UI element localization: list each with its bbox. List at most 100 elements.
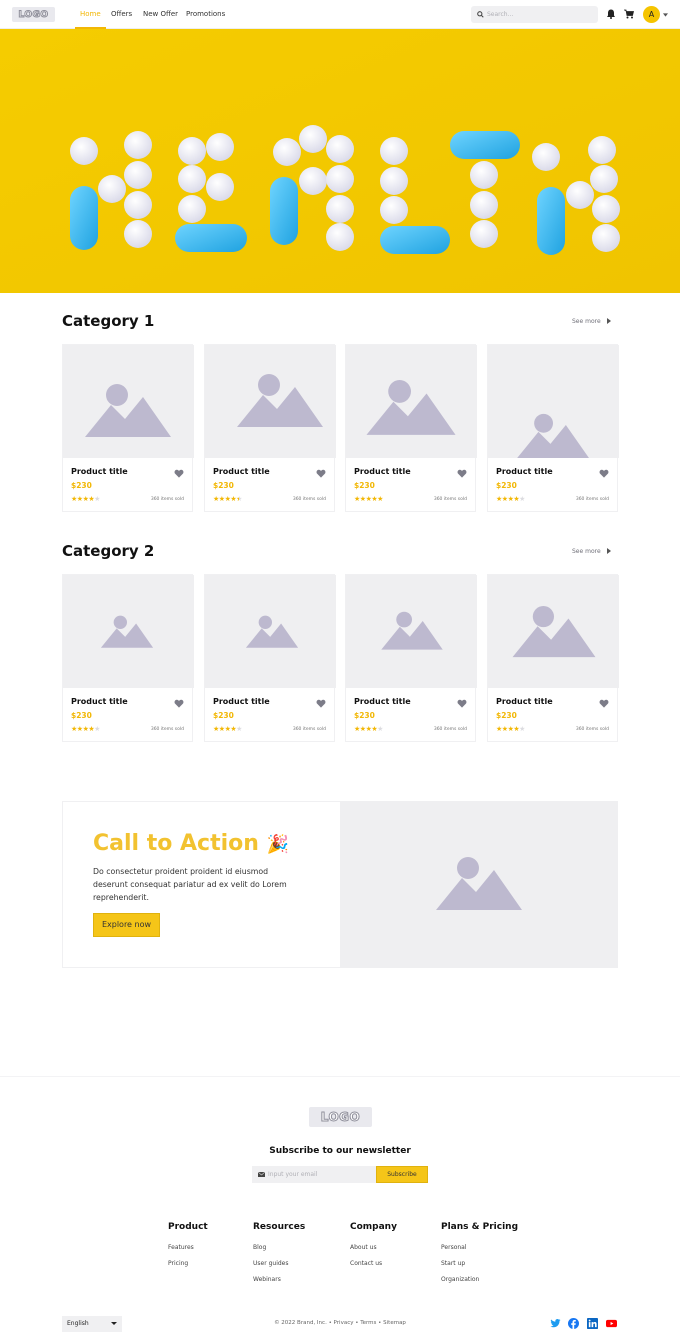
footer-link[interactable]: Contact us	[350, 1260, 382, 1267]
white-pill	[590, 165, 618, 193]
white-pill	[326, 195, 354, 223]
footer-link[interactable]: Start up	[441, 1260, 465, 1267]
nav-new-offer[interactable]: New Offer	[143, 0, 178, 29]
product-image-placeholder	[346, 575, 477, 688]
product-card[interactable]: Product title $230 ★★★★★ 360 items sold	[62, 344, 194, 512]
nav-offers[interactable]: Offers	[111, 0, 132, 29]
category-2-title: Category 2	[62, 542, 155, 560]
twitter-icon[interactable]	[550, 1318, 561, 1329]
avatar[interactable]: A	[643, 6, 660, 23]
product-card[interactable]: Product title $230 ★★★★★ 360 items sold	[487, 344, 619, 512]
image-placeholder-icon	[381, 611, 443, 650]
footer-link[interactable]: Personal	[441, 1244, 467, 1251]
facebook-icon[interactable]	[568, 1318, 579, 1329]
product-title[interactable]: Product title	[71, 697, 128, 706]
footer-link[interactable]: Blog	[253, 1244, 266, 1251]
heart-icon[interactable]	[316, 699, 326, 708]
nav-promotions[interactable]: Promotions	[186, 0, 225, 29]
items-sold: 360 items sold	[575, 727, 609, 732]
product-image-placeholder	[488, 345, 619, 458]
footer-col-title: Resources	[253, 1222, 306, 1232]
product-card[interactable]: Product title $230 ★★★★★ 360 items sold	[204, 344, 336, 512]
image-placeholder-icon	[237, 374, 323, 427]
product-title[interactable]: Product title	[354, 697, 411, 706]
newsletter-title: Subscribe to our newsletter	[269, 1146, 411, 1156]
product-price: $230	[354, 481, 375, 490]
product-card[interactable]: Product title $230 ★★★★★ 360 items sold	[62, 574, 194, 742]
product-title[interactable]: Product title	[496, 467, 553, 476]
white-pill	[470, 191, 498, 219]
product-title[interactable]: Product title	[213, 697, 270, 706]
chevron-down-icon[interactable]	[663, 13, 668, 17]
image-placeholder-icon	[436, 857, 522, 910]
heart-icon[interactable]	[174, 699, 184, 708]
product-price: $230	[213, 481, 234, 490]
product-card[interactable]: Product title $230 ★★★★★ 360 items sold	[345, 344, 477, 512]
logo[interactable]: LOGO	[12, 7, 55, 22]
mail-icon	[258, 1172, 265, 1177]
heart-icon[interactable]	[457, 699, 467, 708]
white-pill	[326, 135, 354, 163]
product-price: $230	[496, 481, 517, 490]
product-price: $230	[354, 711, 375, 720]
see-more-link[interactable]: See more	[572, 548, 611, 555]
product-price: $230	[71, 481, 92, 490]
white-pill	[178, 165, 206, 193]
white-pill	[470, 161, 498, 189]
product-card[interactable]: Product title $230 ★★★★★ 360 items sold	[204, 574, 336, 742]
product-card[interactable]: Product title $230 ★★★★★ 360 items sold	[487, 574, 619, 742]
footer-link[interactable]: Features	[168, 1244, 194, 1251]
bell-icon[interactable]	[606, 9, 616, 19]
cta-title: Call to Action 🎉	[93, 831, 289, 856]
white-pill	[566, 181, 594, 209]
product-title[interactable]: Product title	[213, 467, 270, 476]
youtube-icon[interactable]	[606, 1318, 617, 1329]
heart-icon[interactable]	[599, 469, 609, 478]
product-title[interactable]: Product title	[354, 467, 411, 476]
footer-link[interactable]: About us	[350, 1244, 377, 1251]
product-title[interactable]: Product title	[71, 467, 128, 476]
product-card[interactable]: Product title $230 ★★★★★ 360 items sold	[345, 574, 477, 742]
product-title[interactable]: Product title	[496, 697, 553, 706]
product-price: $230	[213, 711, 234, 720]
footer-link[interactable]: Webinars	[253, 1276, 281, 1283]
white-pill	[273, 138, 301, 166]
footer-link[interactable]: User guides	[253, 1260, 289, 1267]
cta-image-placeholder	[340, 801, 618, 968]
linkedin-icon[interactable]	[587, 1318, 598, 1329]
rating-stars: ★★★★★	[354, 495, 383, 503]
cart-icon[interactable]	[624, 9, 634, 19]
footer-link[interactable]: Pricing	[168, 1260, 188, 1267]
items-sold: 360 items sold	[150, 497, 184, 502]
product-price: $230	[71, 711, 92, 720]
top-nav-bar: LOGO Home Offers New Offer Promotions Se…	[0, 0, 680, 29]
heart-icon[interactable]	[316, 469, 326, 478]
white-pill	[588, 136, 616, 164]
image-placeholder-icon	[245, 615, 299, 648]
white-pill	[380, 167, 408, 195]
subscribe-button[interactable]: Subscribe	[376, 1166, 428, 1183]
heart-icon[interactable]	[457, 469, 467, 478]
footer-logo[interactable]: LOGO	[309, 1107, 372, 1127]
items-sold: 360 items sold	[292, 727, 326, 732]
product-image-placeholder	[63, 345, 194, 458]
footer-link[interactable]: Organization	[441, 1276, 479, 1283]
image-placeholder-icon	[85, 384, 171, 437]
see-more-label: See more	[572, 318, 601, 325]
blue-capsule	[380, 226, 450, 254]
category-1-title: Category 1	[62, 312, 155, 330]
search-input[interactable]: Search...	[471, 6, 598, 23]
white-pill	[380, 137, 408, 165]
see-more-link[interactable]: See more	[572, 318, 611, 325]
nav-home[interactable]: Home	[75, 0, 106, 29]
product-image-placeholder	[205, 575, 336, 688]
explore-now-button[interactable]: Explore now	[93, 913, 160, 937]
items-sold: 360 items sold	[292, 497, 326, 502]
email-input[interactable]: Input your email	[252, 1166, 376, 1183]
search-placeholder: Search...	[487, 11, 514, 18]
product-price: $230	[496, 711, 517, 720]
heart-icon[interactable]	[599, 699, 609, 708]
white-pill	[592, 224, 620, 252]
heart-icon[interactable]	[174, 469, 184, 478]
image-placeholder-icon	[517, 413, 589, 458]
